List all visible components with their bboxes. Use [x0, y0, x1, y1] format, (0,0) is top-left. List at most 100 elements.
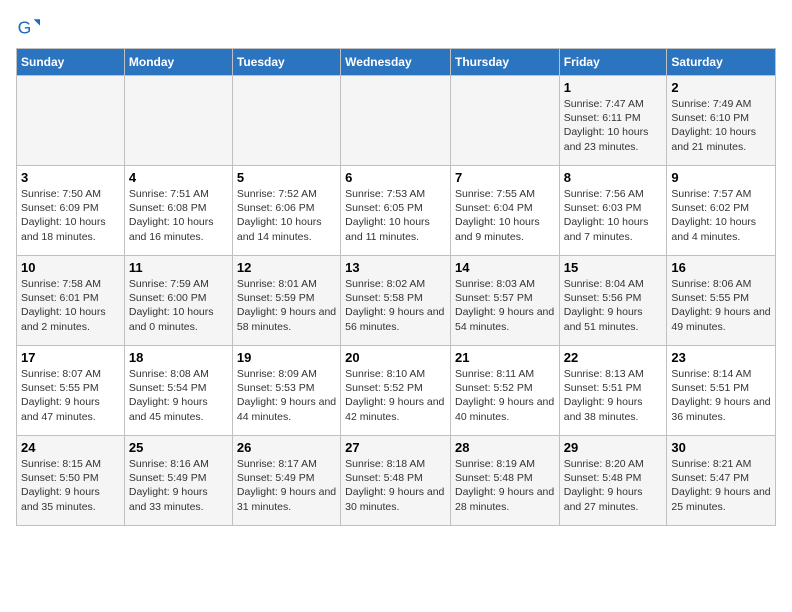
calendar-cell: 15 Sunrise: 8:04 AM Sunset: 5:56 PM Dayli…	[559, 256, 667, 346]
day-info: Sunrise: 8:21 AM Sunset: 5:47 PM Dayligh…	[671, 457, 771, 514]
calendar-cell: 25 Sunrise: 8:16 AM Sunset: 5:49 PM Dayli…	[124, 436, 232, 526]
calendar-week-row: 1 Sunrise: 7:47 AM Sunset: 6:11 PM Daylig…	[17, 76, 776, 166]
day-number: 29	[564, 440, 663, 455]
day-number: 24	[21, 440, 120, 455]
day-number: 10	[21, 260, 120, 275]
calendar-cell: 16 Sunrise: 8:06 AM Sunset: 5:55 PM Dayli…	[667, 256, 776, 346]
calendar-header-row: SundayMondayTuesdayWednesdayThursdayFrid…	[17, 49, 776, 76]
day-info: Sunrise: 8:11 AM Sunset: 5:52 PM Dayligh…	[455, 367, 555, 424]
day-info: Sunrise: 7:59 AM Sunset: 6:00 PM Dayligh…	[129, 277, 228, 334]
day-info: Sunrise: 8:02 AM Sunset: 5:58 PM Dayligh…	[345, 277, 446, 334]
day-number: 30	[671, 440, 771, 455]
day-number: 5	[237, 170, 336, 185]
calendar-cell: 9 Sunrise: 7:57 AM Sunset: 6:02 PM Daylig…	[667, 166, 776, 256]
day-number: 14	[455, 260, 555, 275]
day-number: 4	[129, 170, 228, 185]
day-number: 18	[129, 350, 228, 365]
day-number: 26	[237, 440, 336, 455]
day-info: Sunrise: 8:09 AM Sunset: 5:53 PM Dayligh…	[237, 367, 336, 424]
day-info: Sunrise: 7:56 AM Sunset: 6:03 PM Dayligh…	[564, 187, 663, 244]
day-info: Sunrise: 8:10 AM Sunset: 5:52 PM Dayligh…	[345, 367, 446, 424]
day-number: 17	[21, 350, 120, 365]
day-info: Sunrise: 8:03 AM Sunset: 5:57 PM Dayligh…	[455, 277, 555, 334]
day-info: Sunrise: 8:08 AM Sunset: 5:54 PM Dayligh…	[129, 367, 228, 424]
day-number: 1	[564, 80, 663, 95]
calendar-cell: 21 Sunrise: 8:11 AM Sunset: 5:52 PM Dayli…	[450, 346, 559, 436]
calendar-table: SundayMondayTuesdayWednesdayThursdayFrid…	[16, 48, 776, 526]
day-number: 9	[671, 170, 771, 185]
weekday-header-sunday: Sunday	[17, 49, 125, 76]
day-number: 21	[455, 350, 555, 365]
day-info: Sunrise: 8:04 AM Sunset: 5:56 PM Dayligh…	[564, 277, 663, 334]
weekday-header-wednesday: Wednesday	[341, 49, 451, 76]
day-info: Sunrise: 8:16 AM Sunset: 5:49 PM Dayligh…	[129, 457, 228, 514]
day-info: Sunrise: 7:47 AM Sunset: 6:11 PM Dayligh…	[564, 97, 663, 154]
day-number: 11	[129, 260, 228, 275]
calendar-cell: 5 Sunrise: 7:52 AM Sunset: 6:06 PM Daylig…	[232, 166, 340, 256]
day-number: 6	[345, 170, 446, 185]
calendar-cell: 1 Sunrise: 7:47 AM Sunset: 6:11 PM Daylig…	[559, 76, 667, 166]
day-number: 20	[345, 350, 446, 365]
calendar-week-row: 3 Sunrise: 7:50 AM Sunset: 6:09 PM Daylig…	[17, 166, 776, 256]
day-info: Sunrise: 8:06 AM Sunset: 5:55 PM Dayligh…	[671, 277, 771, 334]
weekday-header-tuesday: Tuesday	[232, 49, 340, 76]
day-number: 19	[237, 350, 336, 365]
calendar-cell: 17Sunrise: 8:07 AM Sunset: 5:55 PM Dayli…	[17, 346, 125, 436]
svg-text:G: G	[18, 18, 32, 38]
day-info: Sunrise: 7:58 AM Sunset: 6:01 PM Dayligh…	[21, 277, 120, 334]
day-number: 16	[671, 260, 771, 275]
logo: G	[16, 16, 42, 40]
calendar-cell: 13 Sunrise: 8:02 AM Sunset: 5:58 PM Dayli…	[341, 256, 451, 346]
page-header: G	[16, 16, 776, 40]
day-info: Sunrise: 7:52 AM Sunset: 6:06 PM Dayligh…	[237, 187, 336, 244]
calendar-cell: 27Sunrise: 8:18 AM Sunset: 5:48 PM Dayli…	[341, 436, 451, 526]
calendar-cell: 10 Sunrise: 7:58 AM Sunset: 6:01 PM Dayli…	[17, 256, 125, 346]
day-number: 15	[564, 260, 663, 275]
calendar-cell: 29 Sunrise: 8:20 AM Sunset: 5:48 PM Dayli…	[559, 436, 667, 526]
calendar-cell: 18 Sunrise: 8:08 AM Sunset: 5:54 PM Dayli…	[124, 346, 232, 436]
day-info: Sunrise: 8:18 AM Sunset: 5:48 PM Dayligh…	[345, 457, 446, 514]
calendar-cell: 2 Sunrise: 7:49 AM Sunset: 6:10 PM Daylig…	[667, 76, 776, 166]
calendar-cell	[17, 76, 125, 166]
calendar-cell: 7Sunrise: 7:55 AM Sunset: 6:04 PM Daylig…	[450, 166, 559, 256]
day-info: Sunrise: 8:01 AM Sunset: 5:59 PM Dayligh…	[237, 277, 336, 334]
calendar-cell: 3 Sunrise: 7:50 AM Sunset: 6:09 PM Daylig…	[17, 166, 125, 256]
day-number: 8	[564, 170, 663, 185]
calendar-cell: 24 Sunrise: 8:15 AM Sunset: 5:50 PM Dayli…	[17, 436, 125, 526]
calendar-cell: 22Sunrise: 8:13 AM Sunset: 5:51 PM Dayli…	[559, 346, 667, 436]
day-number: 25	[129, 440, 228, 455]
day-info: Sunrise: 8:15 AM Sunset: 5:50 PM Dayligh…	[21, 457, 120, 514]
calendar-cell: 4Sunrise: 7:51 AM Sunset: 6:08 PM Daylig…	[124, 166, 232, 256]
calendar-cell: 23 Sunrise: 8:14 AM Sunset: 5:51 PM Dayli…	[667, 346, 776, 436]
calendar-cell: 11 Sunrise: 7:59 AM Sunset: 6:00 PM Dayli…	[124, 256, 232, 346]
calendar-body: 1 Sunrise: 7:47 AM Sunset: 6:11 PM Daylig…	[17, 76, 776, 526]
calendar-cell: 30 Sunrise: 8:21 AM Sunset: 5:47 PM Dayli…	[667, 436, 776, 526]
weekday-header-friday: Friday	[559, 49, 667, 76]
day-info: Sunrise: 7:57 AM Sunset: 6:02 PM Dayligh…	[671, 187, 771, 244]
calendar-cell: 6 Sunrise: 7:53 AM Sunset: 6:05 PM Daylig…	[341, 166, 451, 256]
day-info: Sunrise: 8:14 AM Sunset: 5:51 PM Dayligh…	[671, 367, 771, 424]
calendar-cell	[450, 76, 559, 166]
day-number: 7	[455, 170, 555, 185]
day-number: 13	[345, 260, 446, 275]
day-info: Sunrise: 7:49 AM Sunset: 6:10 PM Dayligh…	[671, 97, 771, 154]
day-info: Sunrise: 7:53 AM Sunset: 6:05 PM Dayligh…	[345, 187, 446, 244]
day-number: 2	[671, 80, 771, 95]
logo-icon: G	[16, 16, 40, 40]
calendar-cell: 8 Sunrise: 7:56 AM Sunset: 6:03 PM Daylig…	[559, 166, 667, 256]
day-number: 12	[237, 260, 336, 275]
calendar-cell: 20 Sunrise: 8:10 AM Sunset: 5:52 PM Dayli…	[341, 346, 451, 436]
calendar-cell: 28Sunrise: 8:19 AM Sunset: 5:48 PM Dayli…	[450, 436, 559, 526]
calendar-cell	[232, 76, 340, 166]
weekday-header-thursday: Thursday	[450, 49, 559, 76]
day-info: Sunrise: 8:20 AM Sunset: 5:48 PM Dayligh…	[564, 457, 663, 514]
day-info: Sunrise: 8:17 AM Sunset: 5:49 PM Dayligh…	[237, 457, 336, 514]
day-info: Sunrise: 7:50 AM Sunset: 6:09 PM Dayligh…	[21, 187, 120, 244]
calendar-week-row: 17Sunrise: 8:07 AM Sunset: 5:55 PM Dayli…	[17, 346, 776, 436]
weekday-header-monday: Monday	[124, 49, 232, 76]
day-number: 3	[21, 170, 120, 185]
day-number: 22	[564, 350, 663, 365]
calendar-week-row: 24 Sunrise: 8:15 AM Sunset: 5:50 PM Dayli…	[17, 436, 776, 526]
day-number: 28	[455, 440, 555, 455]
day-number: 23	[671, 350, 771, 365]
